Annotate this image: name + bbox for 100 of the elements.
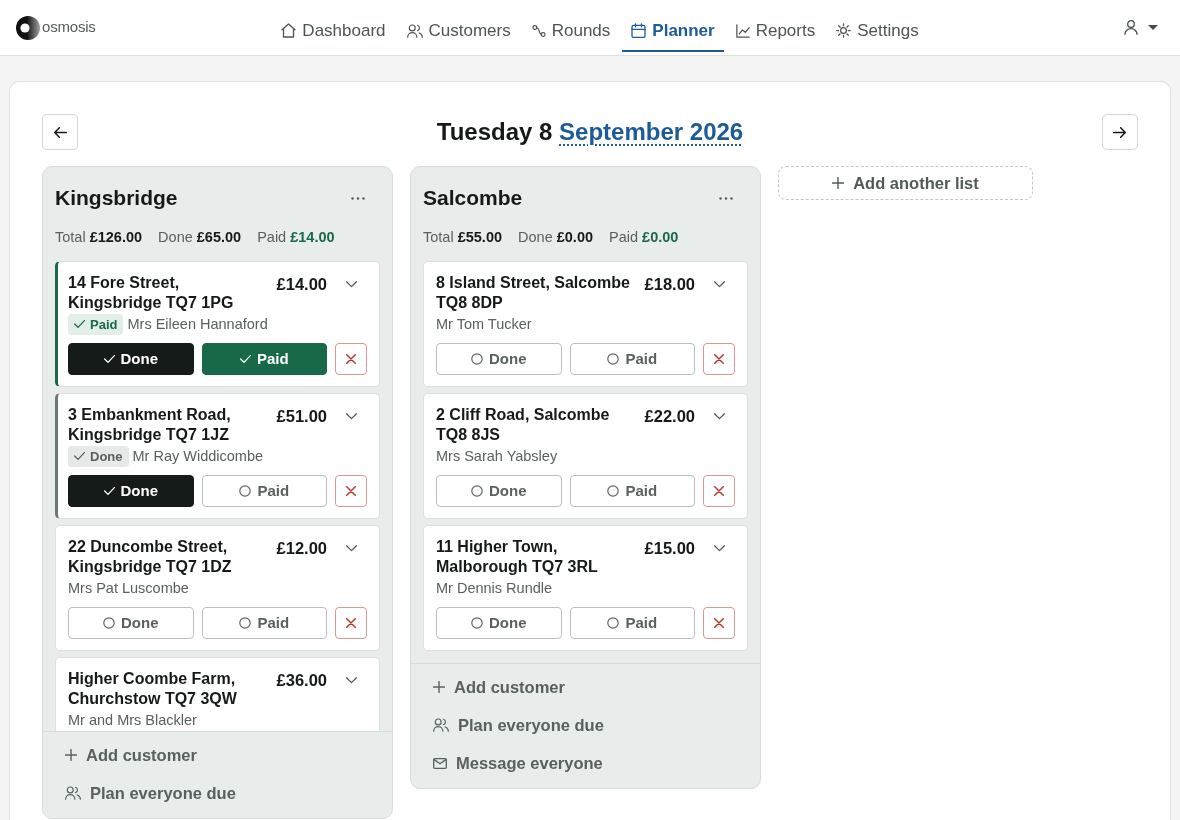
paid-button[interactable]: Paid: [569, 475, 695, 507]
date-heading: Tuesday 8 September 2026: [436, 117, 744, 147]
nav-link[interactable]: Rounds: [522, 11, 620, 52]
chevron-down-icon: [345, 544, 357, 552]
users-icon: [406, 23, 423, 38]
next-day-button[interactable]: [1102, 114, 1138, 150]
plus-icon: [65, 749, 77, 761]
add-customer-button[interactable]: Add customer: [425, 668, 573, 706]
total-summary: Total £126.00: [55, 228, 143, 247]
line-chart-icon: [735, 23, 750, 38]
done-button[interactable]: Done: [436, 343, 562, 375]
more-options-icon: [719, 196, 733, 200]
plus-icon: [832, 177, 845, 189]
total-summary: Total £55.00: [423, 228, 503, 247]
remove-button[interactable]: [335, 607, 367, 639]
total-summary: Paid £0.00: [609, 228, 679, 247]
add-customer-button[interactable]: Add customer: [57, 736, 205, 774]
total-summary: Done £65.00: [158, 228, 242, 247]
customer-name: Mr and Mrs Blackler: [68, 711, 197, 730]
add-list-button[interactable]: Add another list: [778, 166, 1033, 200]
remove-button[interactable]: [335, 475, 367, 507]
close-icon: [714, 618, 724, 628]
nav-link[interactable]: Planner: [622, 11, 724, 52]
total-summary: Done £0.00: [518, 228, 594, 247]
done-button[interactable]: Done: [436, 475, 562, 507]
status-label: Paid: [90, 315, 118, 333]
previous-day-button[interactable]: [42, 114, 78, 150]
settings-icon: [836, 23, 852, 38]
close-icon: [346, 486, 356, 496]
circle-icon: [607, 485, 620, 497]
plan-everyone-button[interactable]: Plan everyone due: [57, 774, 244, 812]
paid-button[interactable]: Paid: [201, 607, 327, 639]
customer-name: Mrs Eileen Hannaford: [127, 315, 268, 334]
stop-price: £22.00: [644, 406, 695, 427]
stop-address: 14 Fore Street, Kingsbridge TQ7 1PG: [68, 273, 235, 313]
tick-icon: [74, 452, 85, 460]
customer-name: Mr Tom Tucker: [436, 315, 532, 334]
remove-button[interactable]: [703, 343, 735, 375]
remove-button[interactable]: [703, 475, 735, 507]
arrow-right-icon: [1113, 126, 1127, 138]
paid-button[interactable]: Paid: [569, 343, 695, 375]
done-button[interactable]: Done: [68, 343, 194, 375]
customer-name: Mr Dennis Rundle: [436, 579, 553, 598]
total-summary: Paid £14.00: [257, 228, 335, 247]
circle-icon: [103, 617, 115, 629]
circle-icon: [471, 485, 483, 497]
plus-icon: [433, 681, 445, 693]
remove-button[interactable]: [703, 607, 735, 639]
circle-icon: [471, 353, 483, 365]
paid-button[interactable]: Paid: [569, 607, 695, 639]
done-button[interactable]: Done: [68, 607, 194, 639]
status-label: Done: [90, 447, 123, 465]
chevron-down-icon: [345, 280, 357, 288]
users-icon: [65, 786, 81, 800]
remove-button[interactable]: [335, 343, 367, 375]
done-button[interactable]: Done: [436, 607, 562, 639]
stop-price: £51.00: [276, 406, 327, 427]
tick-icon: [74, 320, 85, 328]
stop-address: Higher Coombe Farm, Churchstow TQ7 3QW: [68, 669, 238, 709]
circle-icon: [239, 485, 252, 497]
nav-link[interactable]: Reports: [726, 11, 825, 52]
list-title: Salcombe: [423, 185, 523, 211]
customer-name: Mrs Pat Luscombe: [68, 579, 189, 598]
chevron-down-icon: [345, 412, 357, 420]
nav-link[interactable]: Settings: [827, 11, 928, 52]
list-title: Kingsbridge: [55, 185, 178, 211]
users-icon: [433, 718, 449, 732]
circle-icon: [239, 617, 252, 629]
chevron-down-icon: [713, 280, 725, 288]
tick-icon: [103, 355, 115, 363]
tick-icon: [103, 487, 115, 495]
plan-everyone-button[interactable]: Plan everyone due: [425, 706, 612, 744]
chevron-down-icon: [713, 412, 725, 420]
stop-address: 8 Island Street, Salcombe TQ8 8DP: [436, 273, 631, 313]
chevron-down-icon: [345, 676, 357, 684]
close-icon: [346, 618, 356, 628]
chevron-down-icon: [713, 544, 725, 552]
close-icon: [346, 354, 356, 364]
customer-name: Mr Ray Widdicombe: [132, 447, 264, 466]
stop-address: 22 Duncombe Street, Kingsbridge TQ7 1DZ: [68, 537, 233, 577]
stop-price: £15.00: [644, 538, 695, 559]
message-everyone-button[interactable]: Message everyone: [425, 744, 611, 782]
stop-price: £36.00: [276, 670, 327, 691]
paid-button[interactable]: Paid: [201, 343, 327, 375]
nav-link[interactable]: Dashboard: [272, 11, 395, 52]
paid-button[interactable]: Paid: [201, 475, 327, 507]
logo-icon: [16, 15, 40, 40]
calendar-icon: [631, 23, 647, 38]
stop-price: £12.00: [276, 538, 327, 559]
user-menu-button[interactable]: [1124, 20, 1158, 35]
stop-address: 3 Embankment Road, Kingsbridge TQ7 1JZ: [68, 405, 232, 445]
more-options-icon: [351, 196, 365, 200]
done-button[interactable]: Done: [68, 475, 194, 507]
nav-link[interactable]: Customers: [397, 11, 520, 52]
home-icon: [281, 23, 297, 38]
circle-icon: [471, 617, 483, 629]
month-link[interactable]: September 2026: [559, 117, 744, 145]
stop-address: 2 Cliff Road, Salcombe TQ8 8JS: [436, 405, 611, 445]
close-icon: [714, 354, 724, 364]
caret-icon: [1148, 25, 1158, 30]
